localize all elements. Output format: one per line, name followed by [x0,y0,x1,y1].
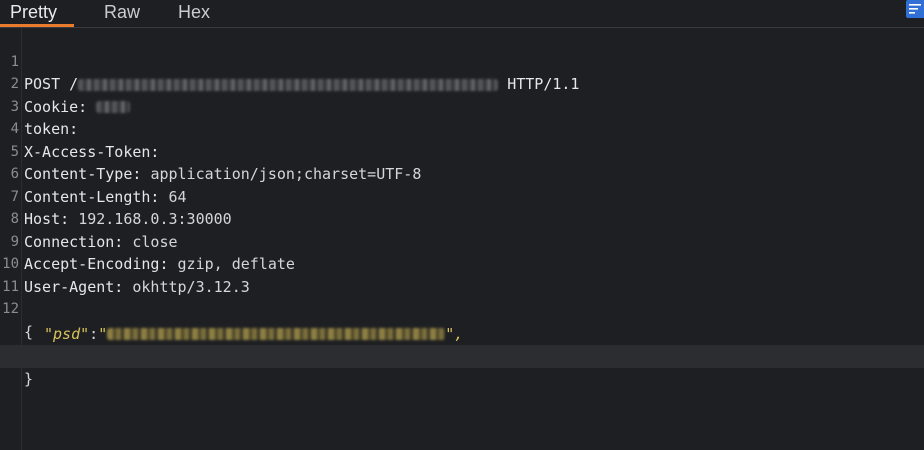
header-line-user-agent: 10 User-Agent: okhttp/3.12.3 [0,231,924,296]
header-line-token: 3 token: [0,73,924,139]
body-open-brace-line: 12 { [0,276,924,341]
request-editor[interactable]: 1 POST / HTTP/1.1 2 Cookie: 3 token: 4 X… [0,28,924,450]
header-line-cookie: 2 Cookie: [0,51,924,116]
header-line-content-length: 6 Content-Length: 64 [0,141,924,206]
header-line-content-type: 5 Content-Type: application/json;charset… [0,118,924,184]
json-close-brace: } [24,369,34,388]
active-tab-indicator [0,24,74,27]
view-tab-bar: Pretty Raw Hex [0,0,924,28]
request-line: 1 POST / HTTP/1.1 [0,28,924,94]
word-wrap-button[interactable] [906,0,924,18]
tab-raw[interactable]: Raw [104,0,140,27]
blank-line: 11 [0,253,924,295]
word-wrap-icon [909,4,921,14]
body-close-brace-line: } [0,345,924,388]
tab-pretty[interactable]: Pretty [10,0,57,27]
json-field-psd: "psd":" ", [44,324,464,343]
header-line-connection: 8 Connection: close [0,186,924,251]
http-request-viewer: Pretty Raw Hex 1 POST / HTTP/1.1 2 Cooki… [0,0,924,450]
tab-hex[interactable]: Hex [178,0,210,27]
json-field-loginname: "loginName":"" [0,323,924,365]
header-line-accept-encoding: 9 Accept-Encoding: gzip, deflate [0,208,924,274]
header-line-host: 7 Host: 192.168.0.3:30000 [0,163,924,229]
header-line-x-access-token: 4 X-Access-Token: [0,96,924,161]
